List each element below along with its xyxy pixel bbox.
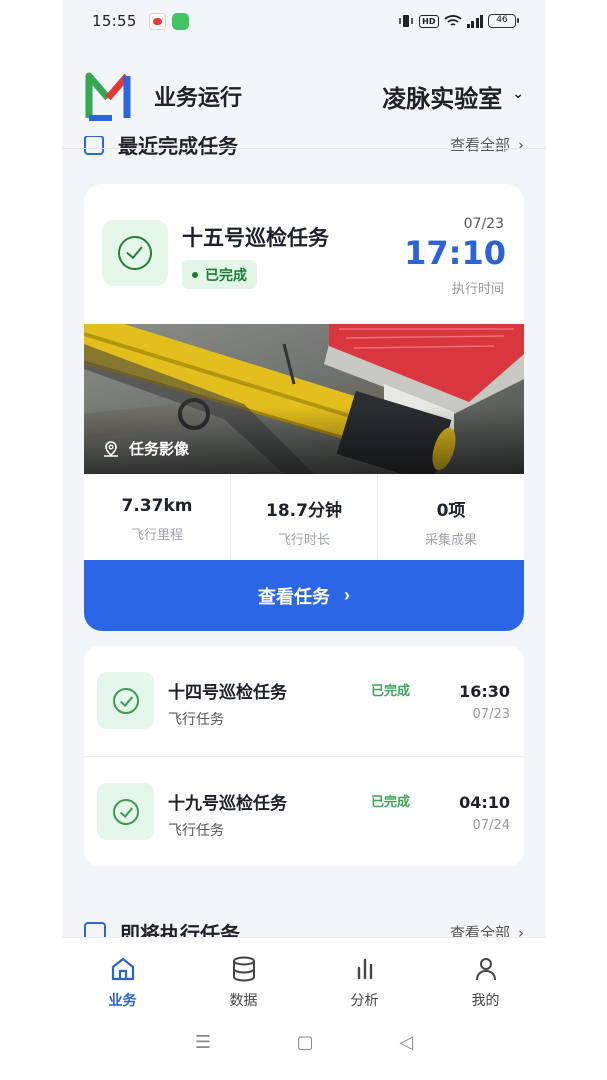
task-status: 已完成 — [371, 795, 411, 810]
vibrate-icon — [399, 15, 413, 27]
check-circle-icon — [112, 687, 139, 714]
bottom-tab-bar: 业务 数据 分析 我的 ☰ ▢ ◁ — [62, 937, 546, 1080]
app-header: 业务运行 凌脉实验室 ⌄ — [62, 58, 546, 134]
tab-label: 分析 — [350, 993, 379, 1009]
brand-title: 业务运行 — [154, 86, 243, 111]
stat-value: 18.7分钟 — [266, 501, 342, 521]
bar-chart-icon — [357, 958, 372, 980]
tab-label: 业务 — [108, 993, 137, 1009]
user-icon — [475, 958, 496, 981]
tab-analysis[interactable]: 分析 — [304, 954, 425, 1022]
task-name: 十四号巡检任务 — [168, 683, 287, 703]
home-icon — [111, 957, 134, 981]
tab-label: 我的 — [471, 993, 500, 1009]
featured-task-card[interactable]: 十五号巡检任务 已完成 07/23 17:10 执行时间 任务影像 7.37km… — [84, 184, 524, 631]
stat-value: 0项 — [436, 501, 466, 521]
task-image[interactable]: 任务影像 — [84, 324, 524, 474]
task-status-icon-box — [102, 220, 168, 286]
task-list: 十四号巡检任务 飞行任务 已完成 16:30 07/23 十九号巡检任务 飞行任… — [84, 646, 524, 866]
task-status: 已完成 — [371, 684, 411, 699]
stat-distance: 7.37km 飞行里程 — [84, 474, 231, 560]
signal-icon — [466, 14, 483, 28]
task-time: 16:30 — [459, 682, 510, 701]
location-pin-icon — [104, 440, 118, 457]
phone-screen: 15:55 HD 46 业务运行 凌脉实验室 ⌄ 最近完成任务 查看全部 › 十… — [62, 0, 546, 1080]
back-icon[interactable]: ◁ — [399, 1032, 413, 1053]
tab-business[interactable]: 业务 — [62, 954, 183, 1022]
chevron-right-icon: › — [344, 585, 350, 605]
featured-task-time: 17:10 — [404, 234, 506, 272]
hd-icon: HD — [419, 14, 439, 28]
task-type: 飞行任务 — [168, 823, 224, 839]
execution-time-label: 执行时间 — [451, 282, 504, 297]
message-app-icon — [171, 12, 189, 30]
task-status-icon-box — [97, 672, 154, 729]
task-image-text: 任务影像 — [129, 440, 190, 458]
stat-label: 飞行时长 — [277, 533, 330, 548]
task-date: 07/23 — [472, 707, 510, 722]
view-task-label: 查看任务 — [258, 586, 330, 607]
check-circle-icon — [118, 236, 152, 270]
battery-icon: 46 — [488, 14, 519, 28]
list-item[interactable]: 十四号巡检任务 飞行任务 已完成 16:30 07/23 — [84, 646, 524, 756]
stat-value: 7.37km — [121, 496, 193, 516]
stat-label: 采集成果 — [424, 533, 477, 548]
status-dot — [192, 271, 198, 278]
tab-label: 数据 — [229, 993, 258, 1009]
task-stats: 7.37km 飞行里程 18.7分钟 飞行时长 0项 采集成果 — [84, 474, 524, 560]
tab-profile[interactable]: 我的 — [425, 954, 546, 1022]
stat-results: 0项 采集成果 — [378, 474, 524, 560]
status-time: 15:55 — [92, 12, 137, 30]
brand-logo — [84, 70, 140, 122]
featured-task-date: 07/23 — [463, 216, 504, 232]
tab-data[interactable]: 数据 — [183, 954, 304, 1022]
home-square-icon[interactable]: ▢ — [297, 1032, 314, 1053]
check-circle-icon — [112, 798, 139, 825]
stat-duration: 18.7分钟 飞行时长 — [231, 474, 378, 560]
task-time: 04:10 — [459, 793, 510, 812]
task-status-icon-box — [97, 783, 154, 840]
status-badge-label: 已完成 — [205, 267, 247, 284]
task-image-label: 任务影像 — [102, 438, 189, 459]
lab-selector[interactable]: 凌脉实验室 ⌄ — [382, 79, 524, 114]
featured-task-name: 十五号巡检任务 — [182, 226, 329, 250]
database-icon — [232, 956, 255, 982]
view-task-button[interactable]: 查看任务 › — [84, 560, 524, 631]
recent-section-header: 最近完成任务 查看全部 › — [84, 136, 524, 166]
system-nav-bar: ☰ ▢ ◁ — [62, 1022, 546, 1053]
header-divider — [62, 148, 546, 149]
recent-view-all-link[interactable]: 查看全部 › — [450, 136, 524, 155]
recent-view-all-label: 查看全部 — [449, 136, 510, 154]
stat-label: 飞行里程 — [130, 528, 183, 543]
task-type: 飞行任务 — [168, 712, 224, 728]
task-date: 07/24 — [472, 818, 510, 833]
notification-app-icon — [148, 12, 166, 30]
chevron-down-icon: ⌄ — [512, 86, 524, 102]
checklist-icon — [84, 136, 104, 155]
task-name: 十九号巡检任务 — [168, 794, 287, 814]
list-item[interactable]: 十九号巡检任务 飞行任务 已完成 04:10 07/24 — [84, 756, 524, 866]
status-badge: 已完成 — [182, 260, 257, 289]
status-indicators: HD 46 — [398, 14, 519, 28]
menu-icon[interactable]: ☰ — [195, 1032, 211, 1053]
chevron-right-icon: › — [518, 136, 524, 154]
wifi-icon — [443, 15, 462, 26]
lab-name: 凌脉实验室 — [382, 84, 503, 113]
status-bar: 15:55 HD 46 — [62, 0, 546, 42]
